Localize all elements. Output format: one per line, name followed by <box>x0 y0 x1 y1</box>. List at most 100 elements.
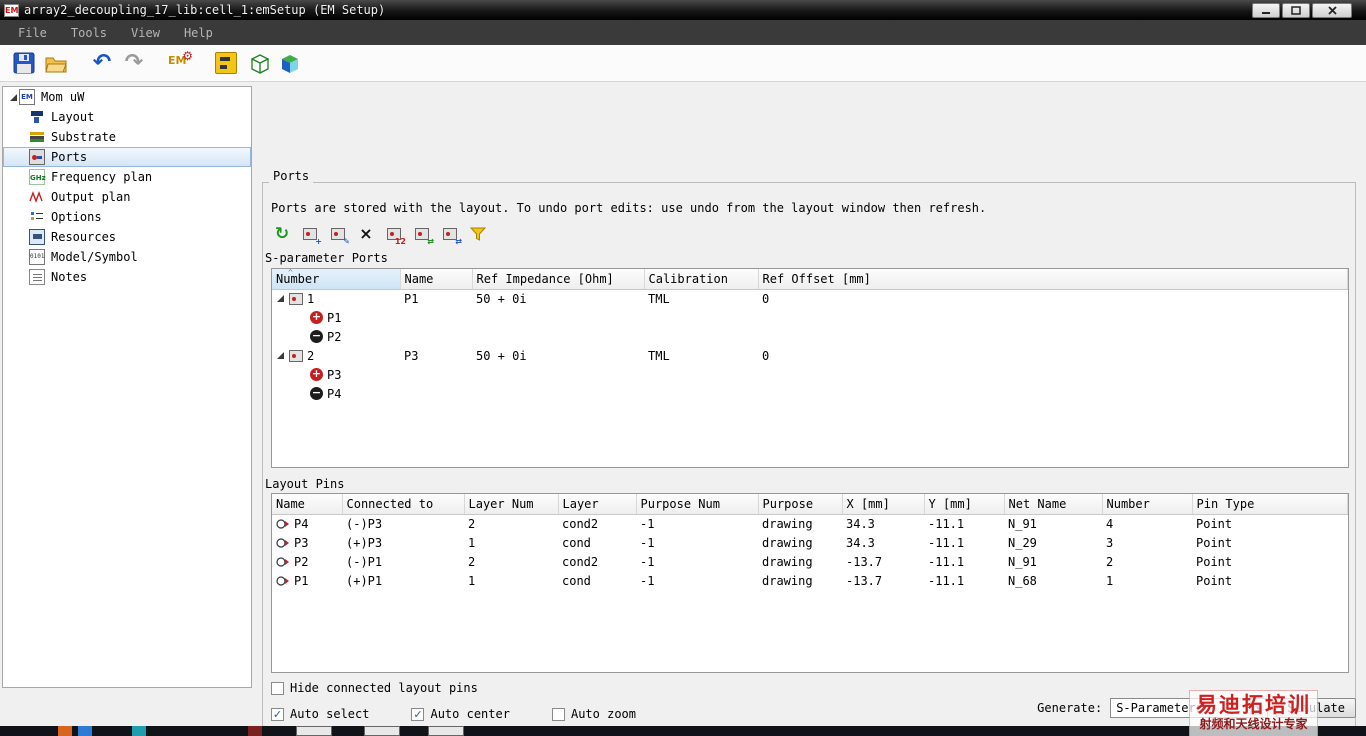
collapse-arrow-icon[interactable] <box>7 93 19 102</box>
auto-center-checkbox[interactable]: Auto center <box>411 707 510 721</box>
main-toolbar: ↶ ↷ EM ⚙ <box>0 45 1366 82</box>
checkbox-box[interactable] <box>271 681 284 695</box>
layout-pin-row[interactable]: P1 (+)P1 1 cond -1 drawing -13.7 -11.1 N… <box>272 571 1348 590</box>
taskbar-app-button-1[interactable] <box>296 726 332 736</box>
column-header-number[interactable]: ^ Number <box>272 269 401 290</box>
layout-pin-row[interactable]: P2 (-)P1 2 cond2 -1 drawing -13.7 -11.1 … <box>272 552 1348 571</box>
pin-icon <box>276 519 289 529</box>
taskbar-app-button-3[interactable] <box>428 726 464 736</box>
sidebar-item-model-symbol[interactable]: 0101 Model/Symbol <box>3 247 251 267</box>
save-button[interactable] <box>10 49 38 77</box>
menu-help[interactable]: Help <box>174 23 223 43</box>
window-title: array2_decoupling_17_lib:cell_1:emSetup … <box>24 3 386 17</box>
create-port-button[interactable]: + <box>299 223 322 246</box>
generate-label: Generate: <box>1037 701 1103 715</box>
filter-pins-button[interactable] <box>467 223 489 245</box>
title-bar[interactable]: EM array2_decoupling_17_lib:cell_1:emSet… <box>0 0 1366 20</box>
minus-terminal-icon <box>310 330 323 343</box>
pins-header-layer[interactable]: Layer <box>558 494 637 515</box>
taskbar <box>0 726 1366 736</box>
plus-terminal-icon <box>310 368 323 381</box>
pins-header-pin-type[interactable]: Pin Type <box>1192 494 1348 515</box>
sparam-port-row[interactable]: 1 P1 50 + 0i TML 0 <box>272 289 1348 308</box>
sidebar-item-notes[interactable]: Notes <box>3 267 251 287</box>
layout-pins-table: Name Connected to Layer Num Layer Purpos… <box>271 493 1349 673</box>
taskbar-icon-1[interactable] <box>58 726 72 736</box>
sidebar-item-options[interactable]: Options <box>3 207 251 227</box>
layout-button[interactable] <box>212 49 240 77</box>
app-em-icon: EM <box>4 3 19 17</box>
pin-icon <box>276 537 289 548</box>
minimize-icon <box>1262 12 1270 14</box>
pins-header-name[interactable]: Name <box>272 494 343 515</box>
pins-header-x[interactable]: X [mm] <box>842 494 925 515</box>
pins-header-y[interactable]: Y [mm] <box>924 494 1005 515</box>
sidebar-item-layout[interactable]: Layout <box>3 107 251 127</box>
menu-bar: File Tools View Help <box>0 20 1366 45</box>
content-area: EM Mom uW Layout Substrate Ports GHz Fre… <box>0 82 1366 736</box>
edit-port-button[interactable]: ✎ <box>327 223 350 246</box>
sidebar-item-frequency-plan[interactable]: GHz Frequency plan <box>3 167 251 187</box>
layout-pin-row[interactable]: P3 (+)P3 1 cond -1 drawing 34.3 -11.1 N_… <box>272 533 1348 552</box>
hide-connected-pins-checkbox[interactable]: Hide connected layout pins <box>271 681 478 695</box>
em-3d-view-button[interactable] <box>276 49 304 77</box>
taskbar-icon-2[interactable] <box>78 726 92 736</box>
em-engine-icon: EM <box>19 89 35 105</box>
menu-tools[interactable]: Tools <box>61 23 117 43</box>
save-icon <box>13 52 35 74</box>
sidebar-item-resources[interactable]: Resources <box>3 227 251 247</box>
checkbox-box[interactable] <box>271 707 284 721</box>
menu-view[interactable]: View <box>121 23 170 43</box>
taskbar-icon-4[interactable] <box>248 726 262 736</box>
minus-terminal-icon <box>310 387 323 400</box>
refresh-ports-button[interactable]: ↻ <box>271 223 293 245</box>
column-header-ref-impedance[interactable]: Ref Impedance [Ohm] <box>472 269 645 290</box>
watermark-line2: 射频和天线设计专家 <box>1199 717 1308 731</box>
column-header-name[interactable]: Name <box>400 269 473 290</box>
menu-file[interactable]: File <box>8 23 57 43</box>
undo-button[interactable]: ↶ <box>88 49 116 77</box>
expand-arrow-icon[interactable] <box>276 294 285 303</box>
redo-button[interactable]: ↷ <box>120 49 148 77</box>
renumber-ports-button[interactable]: 12 <box>383 223 406 246</box>
layout-pin-row[interactable]: P4 (-)P3 2 cond2 -1 drawing 34.3 -11.1 N… <box>272 514 1348 533</box>
auto-zoom-checkbox[interactable]: Auto zoom <box>551 707 636 721</box>
combine-minus-terminal-button[interactable]: ⇄ <box>439 223 462 246</box>
tree-root-mom-uw[interactable]: EM Mom uW <box>3 87 251 107</box>
pins-header-connected-to[interactable]: Connected to <box>342 494 465 515</box>
pins-header-number[interactable]: Number <box>1102 494 1193 515</box>
minimize-button[interactable] <box>1252 2 1280 18</box>
maximize-button[interactable] <box>1282 2 1310 18</box>
sidebar-item-substrate[interactable]: Substrate <box>3 127 251 147</box>
em-setup-icon: EM ⚙ <box>168 49 193 67</box>
close-button[interactable] <box>1312 2 1352 18</box>
column-header-calibration[interactable]: Calibration <box>644 269 759 290</box>
combine-plus-terminal-button[interactable]: ⇄ <box>411 223 434 246</box>
pins-header-net-name[interactable]: Net Name <box>1004 494 1103 515</box>
delete-port-button[interactable]: × <box>355 223 377 245</box>
checkbox-box[interactable] <box>551 707 565 721</box>
taskbar-app-button-2[interactable] <box>364 726 400 736</box>
ports-info-text: Ports are stored with the layout. To und… <box>271 201 987 215</box>
open-button[interactable] <box>42 49 70 77</box>
pins-header-layer-num[interactable]: Layer Num <box>464 494 559 515</box>
taskbar-icon-3[interactable] <box>132 726 146 736</box>
layout-tile-icon <box>215 52 237 74</box>
em-setup-button[interactable]: EM ⚙ <box>166 49 194 77</box>
sidebar-item-ports[interactable]: Ports <box>3 147 251 167</box>
auto-select-checkbox[interactable]: Auto select <box>271 707 369 721</box>
sidebar-item-output-plan[interactable]: Output plan <box>3 187 251 207</box>
terminal-row[interactable]: P3 <box>272 365 1348 384</box>
terminal-row[interactable]: P4 <box>272 384 1348 403</box>
column-header-ref-offset[interactable]: Ref Offset [mm] <box>758 269 1348 290</box>
checkbox-box[interactable] <box>411 707 425 721</box>
pins-header-purpose[interactable]: Purpose <box>758 494 843 515</box>
expand-arrow-icon[interactable] <box>276 351 285 360</box>
delete-icon: × <box>359 224 373 243</box>
substrate-3d-button[interactable] <box>244 49 272 77</box>
redo-icon: ↷ <box>124 50 144 75</box>
pins-header-purpose-num[interactable]: Purpose Num <box>636 494 759 515</box>
terminal-row[interactable]: P1 <box>272 308 1348 327</box>
sparam-port-row[interactable]: 2 P3 50 + 0i TML 0 <box>272 346 1348 365</box>
terminal-row[interactable]: P2 <box>272 327 1348 346</box>
